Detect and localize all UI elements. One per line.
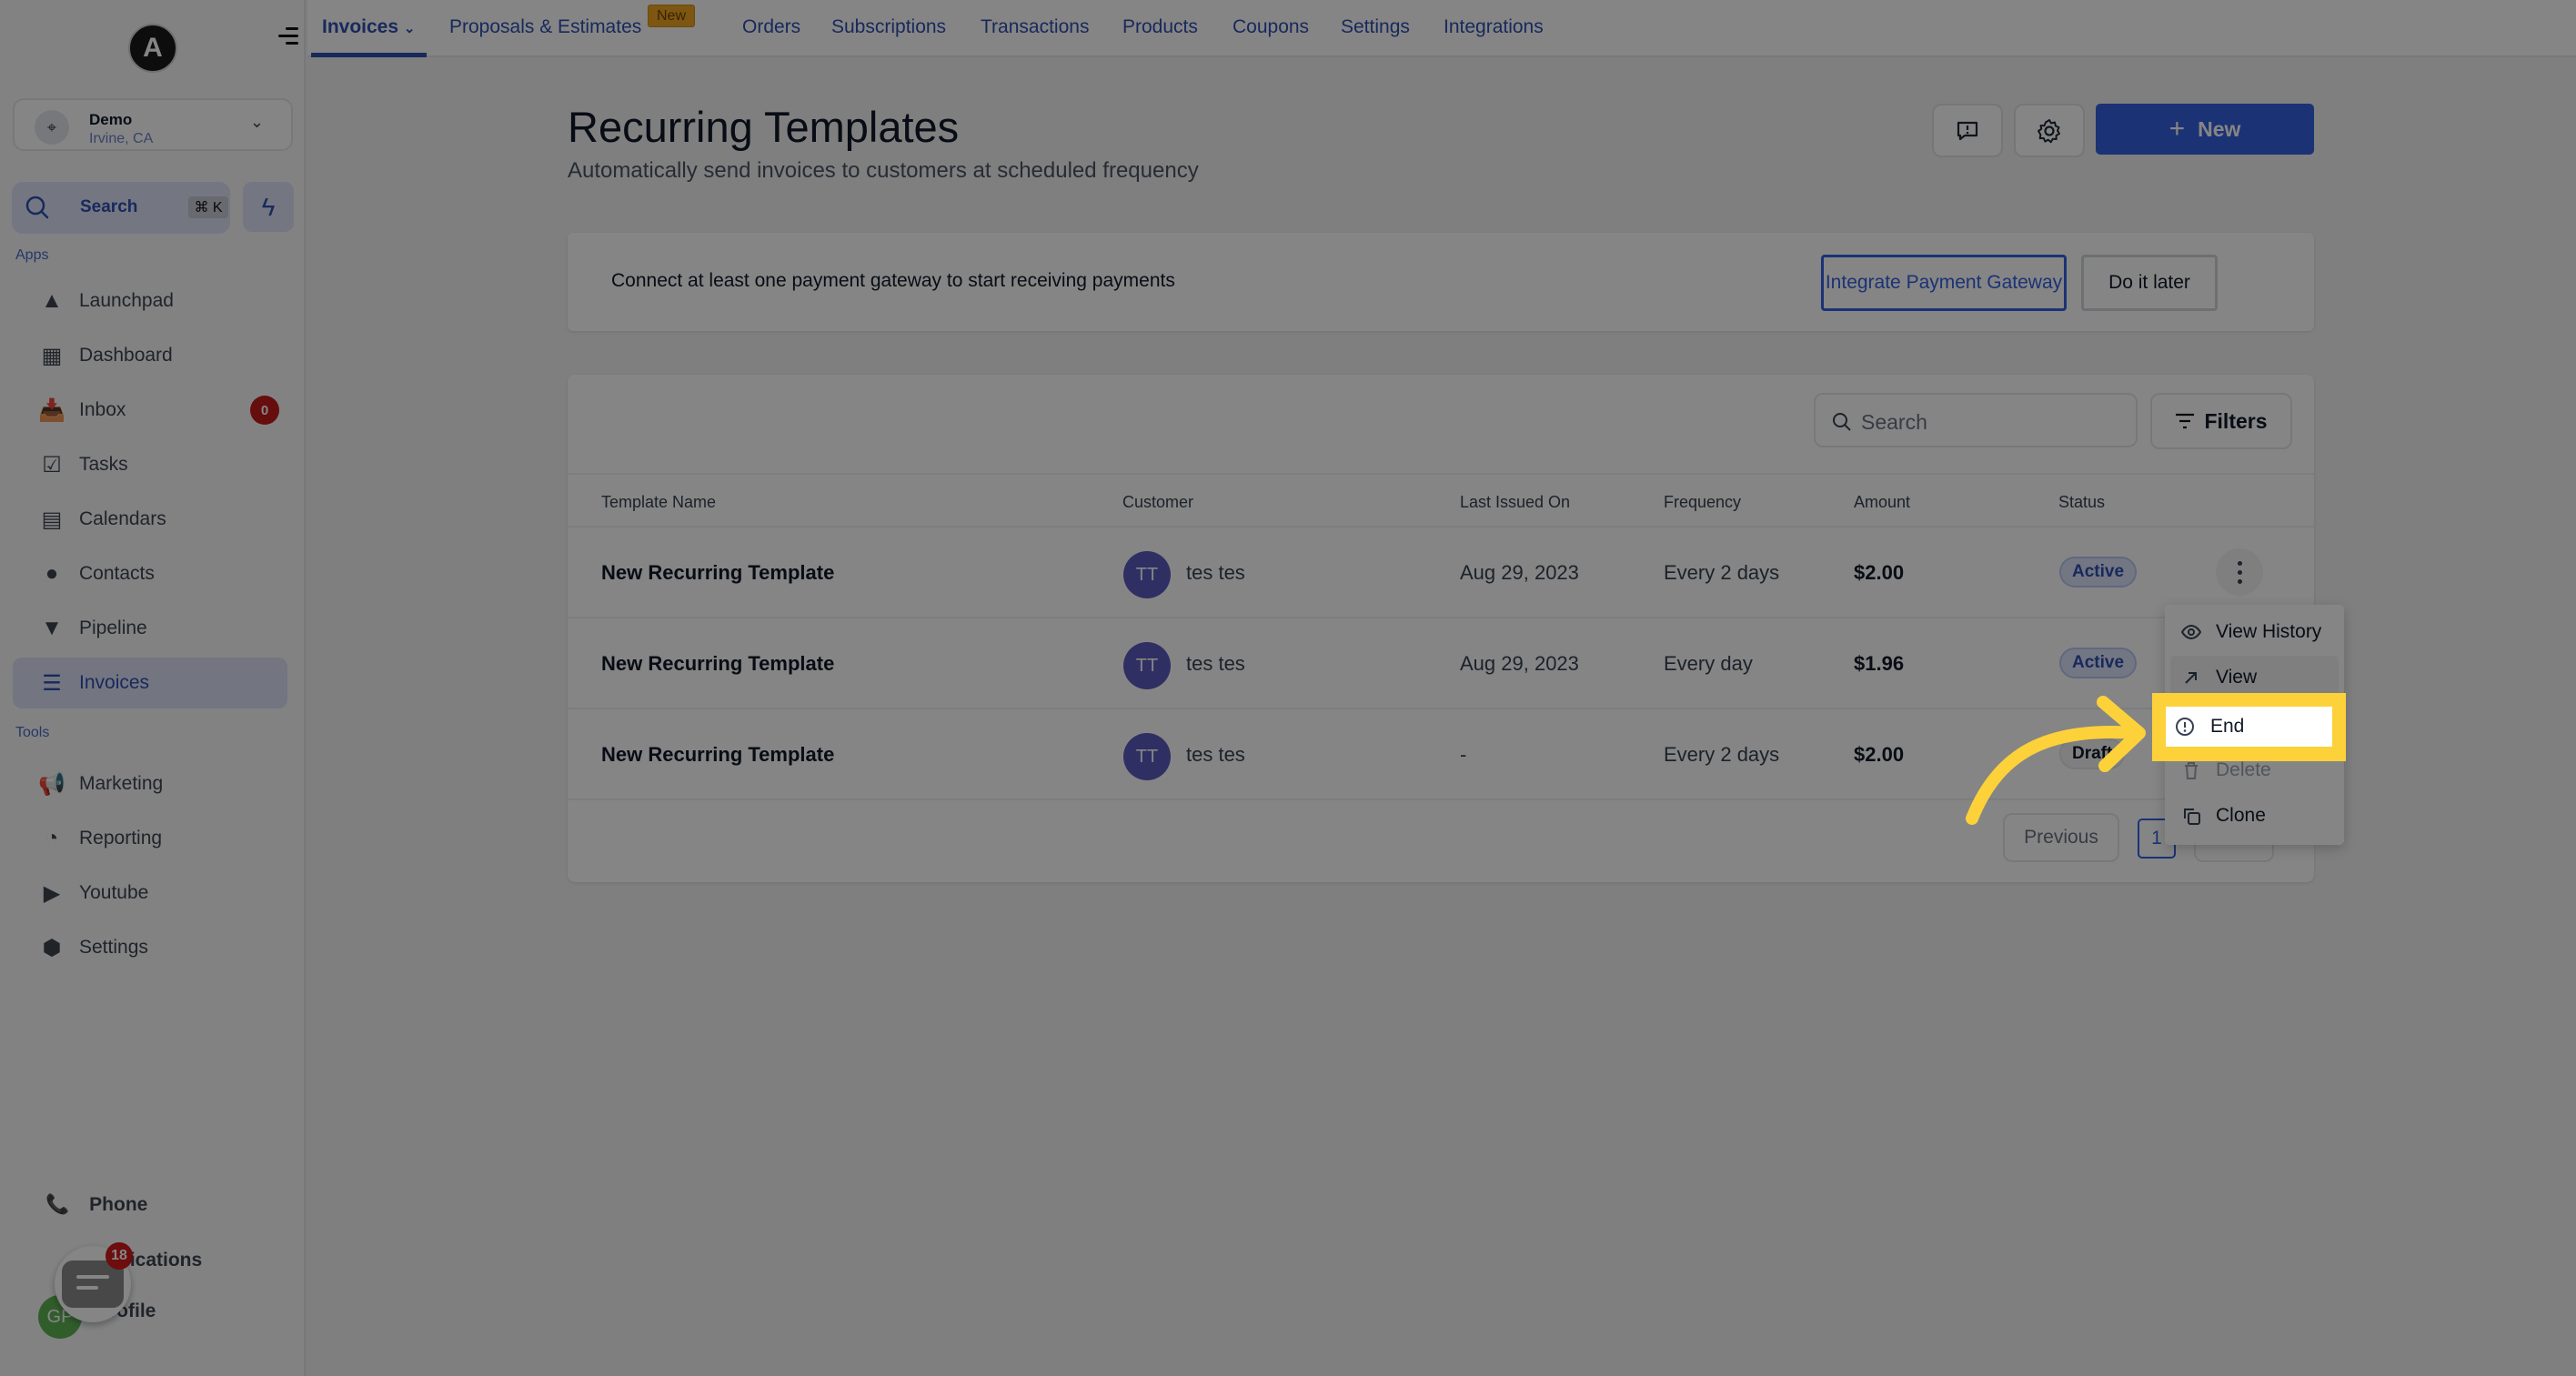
- menu-item-end[interactable]: End: [2166, 707, 2332, 747]
- alert-circle-icon: [2176, 718, 2194, 736]
